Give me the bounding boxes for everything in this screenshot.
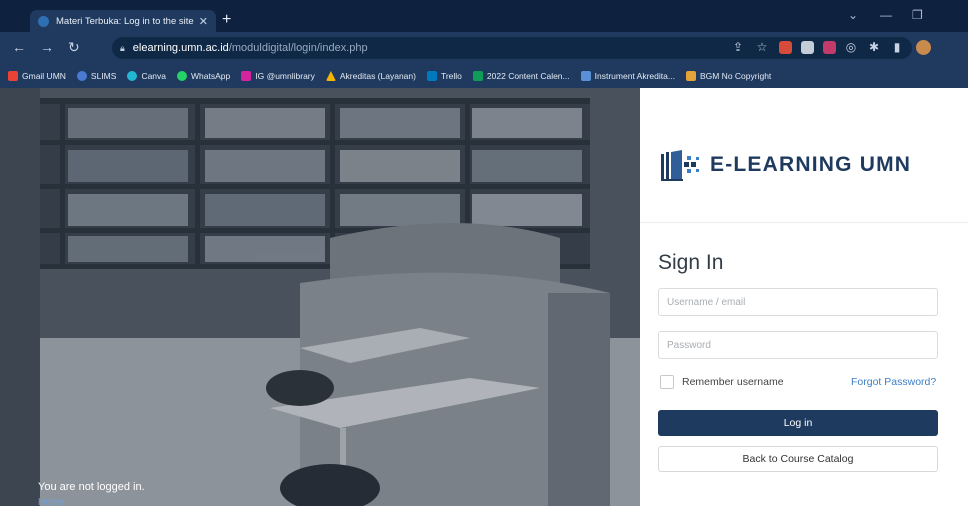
password-input[interactable] [658, 331, 938, 359]
extension-icon[interactable]: ◎ [843, 40, 859, 54]
new-tab-icon[interactable]: + [222, 11, 231, 29]
browser-tab[interactable]: Materi Terbuka: Log in to the site ✕ [30, 10, 216, 32]
profile-avatar[interactable] [916, 40, 931, 55]
back-icon[interactable]: ← [12, 39, 26, 55]
google-drive-icon [325, 71, 336, 81]
whatsapp-icon [177, 71, 188, 81]
logo-text: E-LEARNING UMN [710, 153, 912, 176]
page-content: You are not logged in. Home E-LEARNING U… [0, 88, 968, 506]
address-bar[interactable]: 🔒︎ elearning.umn.ac.id /moduldigital/log… [112, 37, 912, 59]
bookmark-label: Instrument Akredita... [594, 71, 675, 81]
bookmark-gmail-umn[interactable]: Gmail UMN [8, 71, 66, 81]
bookmark-bgm-no-copyright[interactable]: BGM No Copyright [685, 71, 772, 81]
trello-icon [426, 71, 437, 81]
bookmark-instrument-akreditasi[interactable]: Instrument Akredita... [580, 71, 675, 81]
extension-icon[interactable] [801, 41, 814, 54]
close-tab-icon[interactable]: ✕ [199, 15, 208, 28]
book-logo-icon [661, 150, 699, 181]
bookmark-whatsapp[interactable]: WhatsApp [177, 71, 230, 81]
reload-icon[interactable]: ↻ [68, 39, 80, 56]
forgot-password-link[interactable]: Forgot Password? [851, 376, 936, 388]
bookmark-canva[interactable]: Canva [127, 71, 166, 81]
url-path: /moduldigital/login/index.php [228, 42, 368, 54]
extension-icon[interactable] [779, 41, 792, 54]
back-to-catalog-button[interactable]: Back to Course Catalog [658, 446, 938, 472]
site-logo: E-LEARNING UMN [660, 148, 911, 182]
bookmark-label: SLIMS [90, 71, 117, 81]
sign-in-heading: Sign In [658, 251, 724, 274]
slims-icon [76, 71, 87, 81]
bookmark-label: Akreditas (Layanan) [339, 71, 416, 81]
side-panel-icon[interactable]: ▮ [889, 40, 905, 54]
google-forms-icon [580, 71, 591, 81]
bookmark-label: Trello [440, 71, 462, 81]
canva-icon [127, 71, 138, 81]
google-sheets-icon [472, 71, 483, 81]
bookmark-trello[interactable]: Trello [426, 71, 462, 81]
url-domain: elearning.umn.ac.id [132, 42, 229, 54]
browser-tab-strip: Materi Terbuka: Log in to the site ✕ + ⌄… [0, 0, 968, 32]
bookmark-label: WhatsApp [191, 71, 231, 81]
bookmark-label: BGM No Copyright [699, 71, 772, 81]
username-input[interactable] [658, 288, 938, 316]
bookmark-content-calendar[interactable]: 2022 Content Calen... [472, 71, 570, 81]
restore-icon[interactable]: ❐ [912, 8, 923, 22]
remember-username-label: Remember username [682, 376, 784, 388]
gmail-icon [8, 71, 18, 81]
extension-icon[interactable] [823, 41, 836, 54]
bookmark-label: 2022 Content Calen... [486, 71, 570, 81]
bookmark-slims[interactable]: SLIMS [76, 71, 117, 81]
tab-search-icon[interactable]: ⌄ [848, 8, 858, 22]
bookmark-ig-umnlibrary[interactable]: IG @umnlibrary [241, 71, 315, 81]
bookmark-label: Canva [141, 71, 167, 81]
minimize-icon[interactable]: — [880, 8, 892, 22]
divider [640, 222, 968, 223]
extensions-puzzle-icon[interactable]: ✱ [866, 40, 882, 54]
library-background-image: You are not logged in. Home [0, 88, 640, 506]
site-favicon-icon [38, 15, 49, 27]
instagram-icon [241, 71, 252, 81]
remember-username-checkbox[interactable] [660, 375, 674, 389]
remember-username[interactable]: Remember username [660, 375, 784, 389]
login-button[interactable]: Log in [658, 410, 938, 436]
home-link[interactable]: Home [38, 497, 65, 506]
share-icon[interactable]: ⇪ [730, 40, 746, 54]
bookmark-star-icon[interactable]: ☆ [754, 40, 770, 54]
login-status-text: You are not logged in. [38, 481, 145, 493]
bookmark-label: IG @umnlibrary [255, 71, 315, 81]
hero-overlay [0, 88, 640, 506]
bookmark-akreditas[interactable]: Akreditas (Layanan) [325, 71, 416, 81]
bookmark-label: Gmail UMN [22, 71, 66, 81]
lock-icon: 🔒︎ [120, 42, 125, 53]
browser-toolbar: ← → ↻ 🔒︎ elearning.umn.ac.id /moduldigit… [0, 32, 968, 64]
tab-title: Materi Terbuka: Log in to the site [56, 15, 194, 27]
youtube-music-icon [685, 71, 696, 81]
forward-icon[interactable]: → [40, 39, 54, 55]
login-panel: E-LEARNING UMN Sign In Remember username… [640, 88, 968, 506]
bookmarks-bar: Gmail UMN SLIMS Canva WhatsApp IG @umnli… [0, 64, 968, 88]
